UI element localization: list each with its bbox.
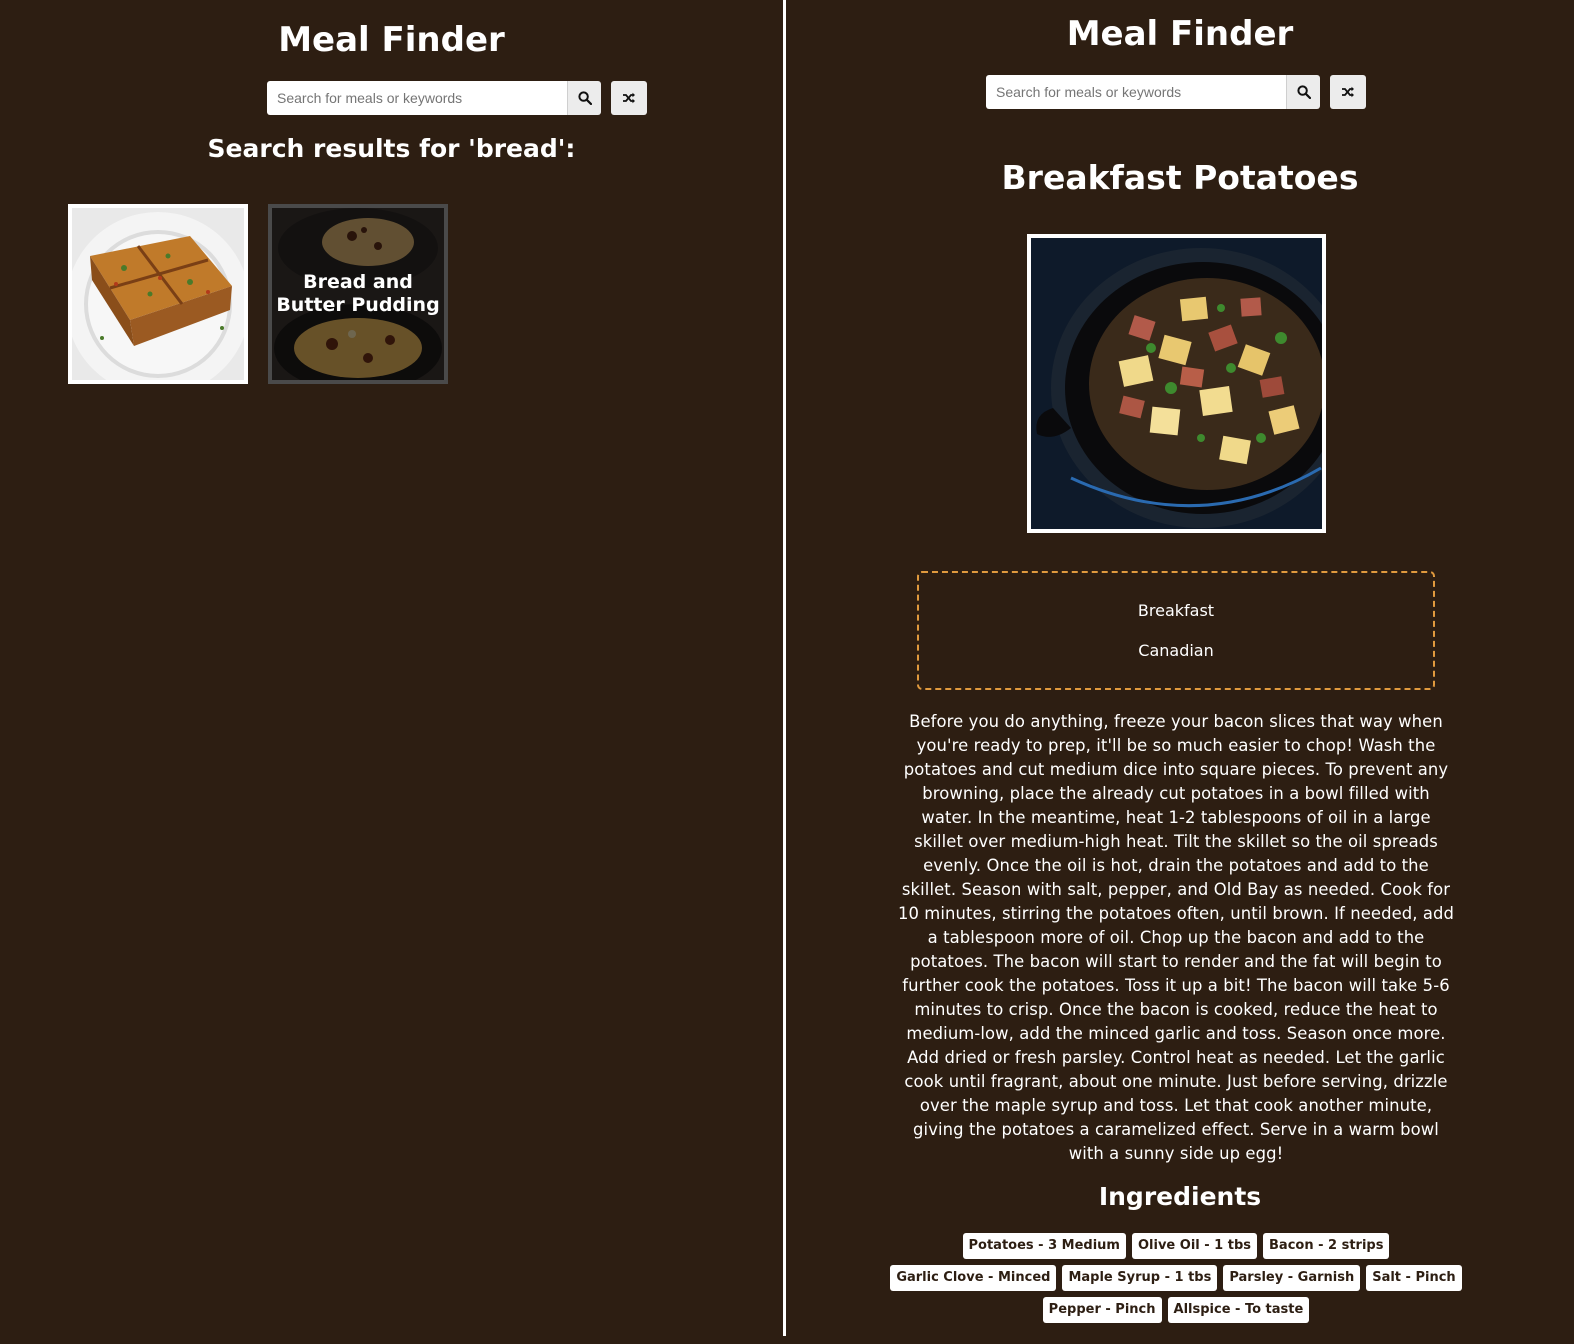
ingredient-item: Parsley - Garnish [1223,1265,1361,1291]
search-icon [577,91,592,105]
random-meal-button[interactable] [611,81,647,115]
search-form [986,75,1366,109]
app-title: Meal Finder [1066,14,1294,54]
search-form [267,81,647,115]
meal-image [72,208,244,380]
ingredient-item: Maple Syrup - 1 tbs [1062,1265,1218,1291]
meal-instructions: Before you do anything, freeze your baco… [897,712,1455,1163]
app-title: Meal Finder [278,20,505,60]
meal-title: Bread and Butter Pudding [276,271,440,316]
app-screen: Meal Finder Search results for 'bread': [0,0,1574,1344]
search-button[interactable] [567,81,601,115]
ingredient-item: Olive Oil - 1 tbs [1131,1233,1258,1259]
search-input[interactable] [986,75,1286,109]
results-heading: Search results for 'bread': [207,134,576,163]
meal-category: Breakfast [1137,601,1215,620]
search-button[interactable] [1286,75,1320,109]
ingredient-item: Salt - Pinch [1366,1265,1462,1291]
ingredient-item: Bacon - 2 strips [1263,1233,1390,1259]
shuffle-icon [1342,86,1354,98]
ingredients-list: Potatoes - 3 Medium Olive Oil - 1 tbs Ba… [886,1233,1466,1323]
random-meal-button[interactable] [1330,75,1366,109]
meal-card[interactable] [68,204,248,384]
ingredients-heading: Ingredients [1098,1182,1262,1211]
meal-category-box: Breakfast Canadian [917,571,1435,690]
meal-detail-image [1027,234,1326,533]
meal-card[interactable]: Bread and Butter Pudding [268,204,448,384]
ingredient-item: Allspice - To taste [1167,1297,1310,1323]
breakfast-potatoes-photo [1031,238,1322,529]
ingredient-item: Pepper - Pinch [1042,1297,1162,1323]
meal-detail-title: Breakfast Potatoes [1001,158,1359,197]
meal-info-overlay: Bread and Butter Pudding [272,208,444,380]
ingredient-item: Garlic Clove - Minced [890,1265,1057,1291]
search-icon [1296,85,1311,99]
ingredient-item: Potatoes - 3 Medium [962,1233,1126,1259]
meal-area: Canadian [1138,641,1214,660]
shuffle-icon [623,92,635,104]
search-input[interactable] [267,81,567,115]
pane-divider [783,0,786,1336]
